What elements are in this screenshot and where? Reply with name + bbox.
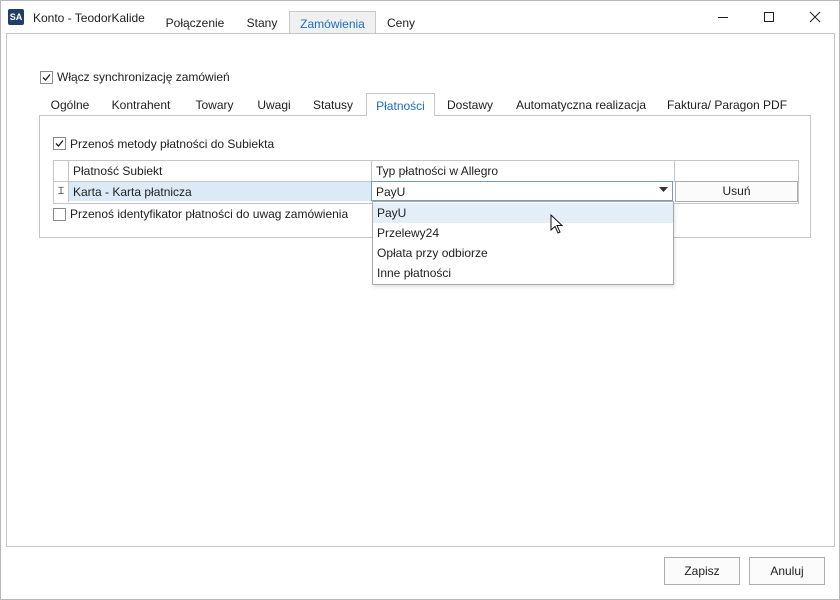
- maximize-button[interactable]: [746, 0, 792, 34]
- minimize-icon: [718, 17, 728, 18]
- chevron-down-icon[interactable]: [659, 187, 668, 193]
- tab-platnosci[interactable]: Płatności: [366, 93, 435, 116]
- tab-ceny[interactable]: Ceny: [380, 10, 422, 34]
- allegro-payment-value: PayU: [376, 185, 406, 199]
- allegro-payment-combobox[interactable]: [371, 181, 673, 201]
- minimize-button[interactable]: [700, 0, 746, 34]
- tab-ogolne[interactable]: Ogólne: [44, 95, 96, 116]
- transfer-id-label: Przenoś identyfikator płatności do uwag …: [70, 207, 349, 221]
- tab-stany[interactable]: Stany: [238, 10, 286, 34]
- checkmark-icon: [42, 74, 51, 81]
- maximize-icon: [764, 12, 774, 22]
- tab-faktura-paragon-pdf[interactable]: Faktura/ Paragon PDF: [662, 95, 792, 116]
- checkmark-icon: [55, 140, 64, 147]
- tab-zamowienia[interactable]: Zamówienia: [289, 11, 376, 35]
- cancel-button[interactable]: Anuluj: [749, 557, 825, 585]
- dropdown-option-inne-platnosci[interactable]: Inne płatności: [373, 263, 673, 283]
- delete-row-button[interactable]: Usuń: [675, 181, 798, 202]
- dropdown-option-payu[interactable]: PayU: [373, 203, 673, 223]
- tab-polaczenie[interactable]: Połączenie: [158, 10, 232, 34]
- column-header-platnosc-subiekt[interactable]: Płatność Subiekt: [73, 164, 162, 178]
- sync-orders-label: Włącz synchronizację zamówień: [57, 70, 230, 84]
- row-edit-indicator-icon: Ɪ: [58, 186, 64, 197]
- tab-dostawy[interactable]: Dostawy: [440, 95, 500, 116]
- transfer-id-checkbox[interactable]: [53, 208, 66, 221]
- close-button[interactable]: [792, 0, 838, 34]
- transfer-methods-checkbox[interactable]: [53, 137, 66, 150]
- tab-towary[interactable]: Towary: [187, 95, 242, 116]
- window-title: Konto - TeodorKalide: [33, 11, 145, 25]
- payment-type-dropdown: PayU Przelewy24 Opłata przy odbiorze Inn…: [372, 201, 674, 285]
- close-icon: [809, 11, 821, 23]
- tab-uwagi[interactable]: Uwagi: [252, 95, 296, 116]
- app-icon: SA: [8, 9, 24, 25]
- tab-statusy[interactable]: Statusy: [306, 95, 360, 116]
- dropdown-option-oplata-przy-odbiorze[interactable]: Opłata przy odbiorze: [373, 243, 673, 263]
- grid-divider: [371, 161, 372, 181]
- dropdown-option-przelewy24[interactable]: Przelewy24: [373, 223, 673, 243]
- tab-automatyczna-realizacja[interactable]: Automatyczna realizacja: [510, 95, 652, 116]
- tab-kontrahent[interactable]: Kontrahent: [105, 95, 177, 116]
- column-header-typ-platnosci[interactable]: Typ płatności w Allegro: [376, 164, 498, 178]
- sync-orders-checkbox[interactable]: [40, 71, 53, 84]
- transfer-methods-label: Przenoś metody płatności do Subiekta: [70, 137, 275, 151]
- mouse-cursor-icon: [550, 214, 563, 234]
- grid-divider: [674, 161, 675, 181]
- save-button[interactable]: Zapisz: [664, 557, 740, 585]
- grid-cell-subiekt-value: Karta - Karta płatnicza: [73, 185, 192, 199]
